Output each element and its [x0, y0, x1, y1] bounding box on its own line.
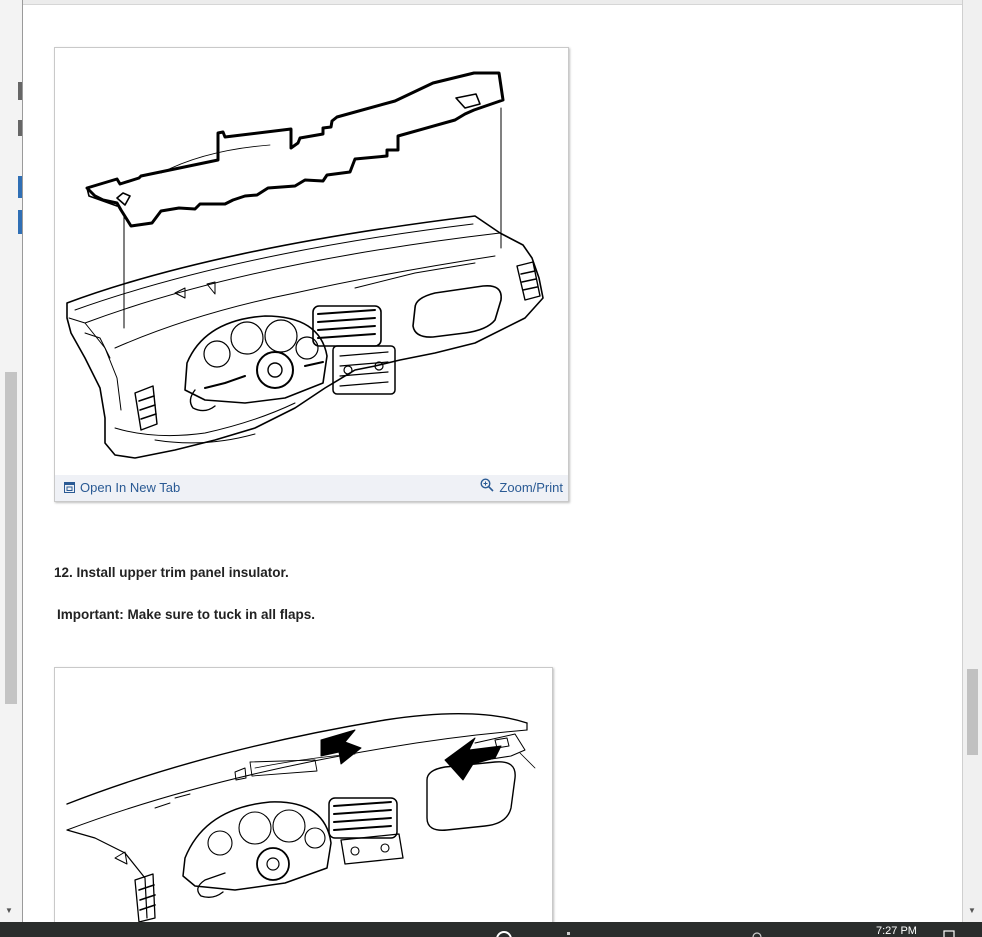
open-in-new-tab-label: Open In New Tab [80, 480, 181, 495]
figure-card [54, 667, 553, 922]
step-instruction: 12. Install upper trim panel insulator. [54, 565, 289, 580]
tray-dot-icon[interactable] [566, 931, 572, 937]
screen: ▼ Open In New Tab Zoom/Print 12. Install… [0, 0, 982, 937]
important-note: Important: Make sure to tuck in all flap… [57, 607, 316, 622]
document-viewer: Open In New Tab Zoom/Print 12. Install u… [22, 0, 963, 922]
scroll-down-arrow-icon[interactable]: ▼ [968, 906, 976, 915]
zoom-print-label: Zoom/Print [499, 480, 563, 495]
open-in-new-tab-icon [64, 482, 75, 493]
vertical-scrollbar[interactable]: ▼ [963, 0, 982, 922]
scrollbar-thumb[interactable] [967, 669, 978, 755]
background-scroll-down-icon[interactable]: ▼ [5, 906, 13, 915]
top-divider [23, 0, 962, 5]
figure-toolbar: Open In New Tab Zoom/Print [55, 475, 568, 501]
browser-icon[interactable] [496, 930, 512, 937]
upper-trim-panel-illustration [66, 71, 544, 459]
background-window-edge: ▼ [0, 0, 22, 922]
zoom-print-button[interactable]: Zoom/Print [480, 478, 563, 495]
figure-card: Open In New Tab Zoom/Print [54, 47, 569, 502]
notifications-icon[interactable] [943, 930, 955, 937]
magnifier-zoom-icon [480, 478, 494, 492]
network-icon[interactable] [752, 930, 762, 937]
insulator-install-illustration [66, 712, 536, 922]
open-in-new-tab-button[interactable]: Open In New Tab [64, 480, 180, 495]
system-clock[interactable]: 7:27 PM [876, 925, 917, 937]
taskbar: 7:27 PM [0, 922, 982, 937]
background-scrollbar-thumb[interactable] [5, 372, 17, 704]
